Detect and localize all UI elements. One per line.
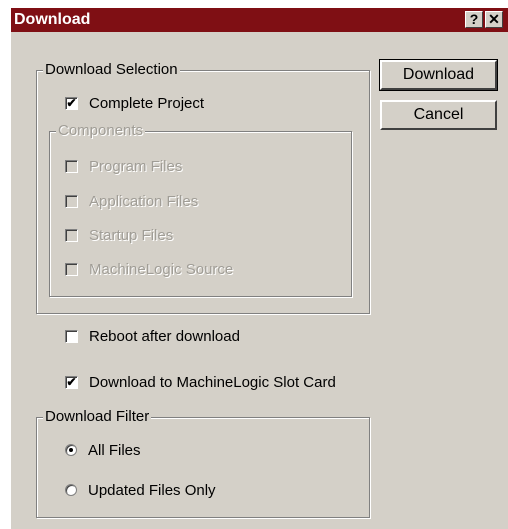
download-selection-legend: Download Selection [43,61,180,79]
cancel-button[interactable]: Cancel [380,100,497,130]
all-files-radio[interactable] [65,444,77,456]
download-button[interactable]: Download [379,59,498,91]
application-files-option[interactable]: Application Files [65,191,198,211]
dialog-title: Download [14,11,91,28]
help-button[interactable]: ? [465,11,483,28]
checkmark-icon: ✔ [66,95,77,110]
program-files-option[interactable]: Program Files [65,156,182,176]
checkmark-icon: ✔ [66,374,77,389]
reboot-option[interactable]: Reboot after download [65,326,240,346]
startup-files-option[interactable]: Startup Files [65,225,173,245]
close-button[interactable]: ✕ [485,11,503,28]
reboot-label: Reboot after download [89,327,240,345]
download-selection-group: Download Selection ✔ Complete Project Co… [36,61,370,314]
reboot-checkbox[interactable] [65,329,78,343]
machinelogic-source-option[interactable]: MachineLogic Source [65,259,233,279]
all-files-label: All Files [88,441,141,459]
download-filter-group: Download Filter All Files Updated Files … [36,408,370,518]
slot-card-option[interactable]: ✔ Download to MachineLogic Slot Card [65,372,336,392]
all-files-option[interactable]: All Files [65,440,141,460]
slot-card-label: Download to MachineLogic Slot Card [89,373,336,391]
slot-card-checkbox[interactable]: ✔ [65,374,78,389]
machinelogic-source-checkbox[interactable] [65,262,78,276]
program-files-label: Program Files [89,157,183,175]
download-filter-legend: Download Filter [43,408,152,426]
application-files-checkbox[interactable] [65,194,78,208]
startup-files-label: Startup Files [89,226,174,244]
components-legend: Components [56,122,146,140]
complete-project-option[interactable]: ✔ Complete Project [65,93,204,113]
updated-files-only-radio[interactable] [65,484,77,496]
updated-files-only-label: Updated Files Only [88,481,216,499]
machinelogic-source-label: MachineLogic Source [89,260,234,278]
title-bar[interactable]: Download ? ✕ [11,8,508,32]
components-group: Components Program Files Application Fil… [49,122,352,297]
startup-files-checkbox[interactable] [65,228,78,242]
download-dialog: Download ? ✕ Download Cancel Download Se… [11,8,508,529]
updated-files-only-option[interactable]: Updated Files Only [65,480,216,500]
application-files-label: Application Files [89,192,199,210]
complete-project-checkbox[interactable]: ✔ [65,95,78,110]
radio-selected-dot [69,448,73,452]
program-files-checkbox[interactable] [65,159,78,173]
complete-project-label: Complete Project [89,94,205,112]
